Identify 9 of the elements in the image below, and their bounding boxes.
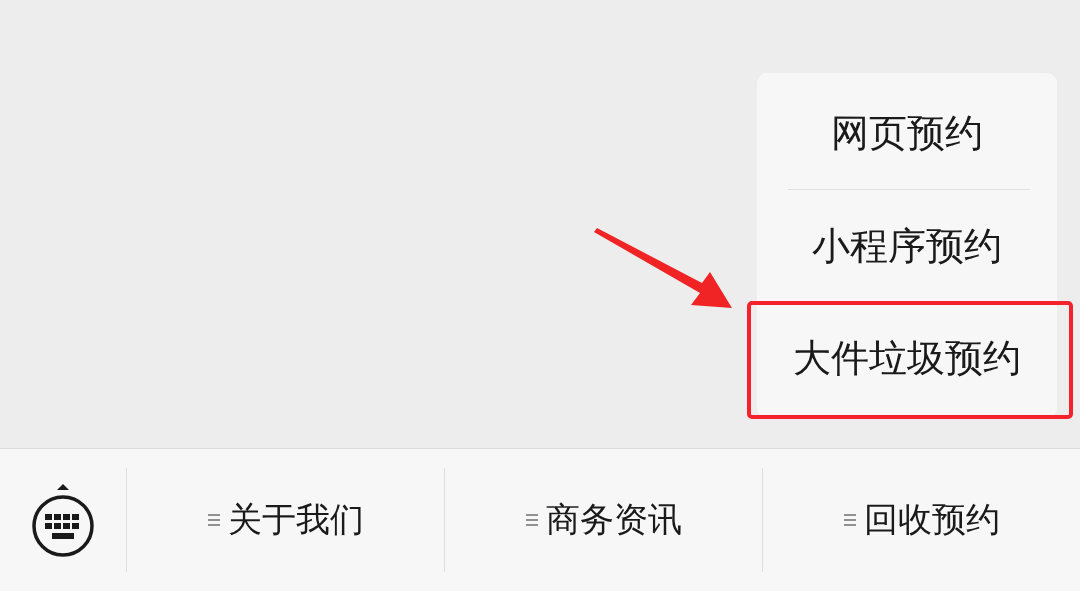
menu-item[interactable]: 网页预约 <box>831 107 983 159</box>
menu-tab[interactable]: 商务资讯 <box>545 497 682 543</box>
menu-tab[interactable]: 回收预约 <box>863 497 1000 543</box>
menu-tab[interactable]: 关于我们 <box>227 497 364 543</box>
menu-item[interactable]: 大件垃圾预约 <box>793 332 1021 384</box>
menu-item[interactable]: 小程序预约 <box>812 220 1002 272</box>
menu-icon <box>843 513 856 527</box>
menu-icon <box>525 513 538 527</box>
menu-icon <box>207 513 220 527</box>
